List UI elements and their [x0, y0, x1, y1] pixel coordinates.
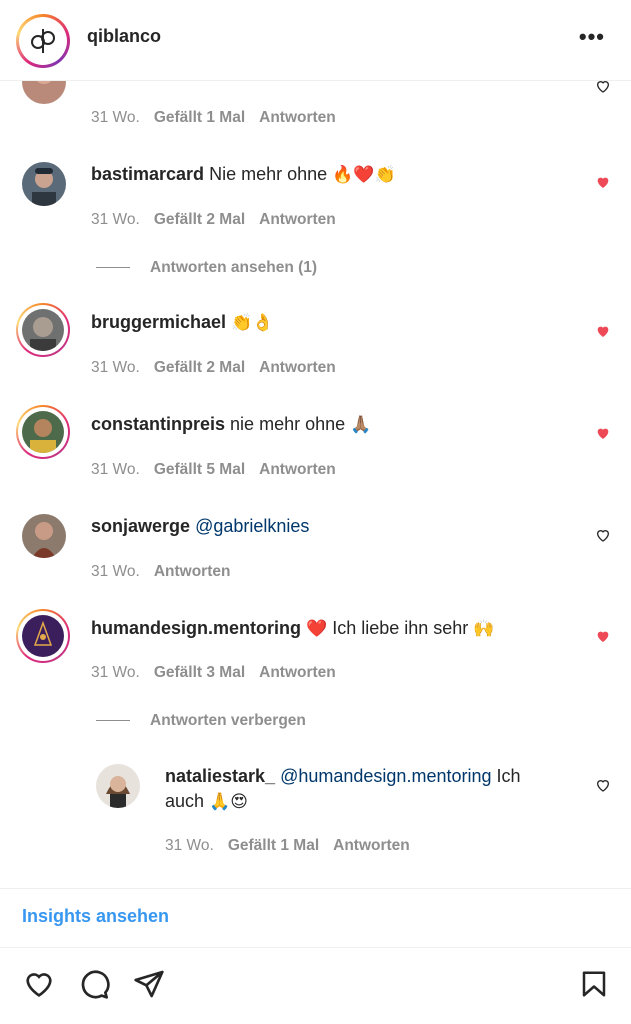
comment-time: 31 Wo. [91, 359, 140, 376]
comment-meta: 31 Wo. Gefällt 2 Mal Antworten [91, 359, 350, 377]
comment-text: bastimarcard Nie mehr ohne 🔥❤️👏 [91, 162, 396, 188]
heart-outline-icon[interactable] [22, 968, 56, 1000]
comment-username[interactable]: humandesign.mentoring [91, 618, 301, 638]
comment-time: 31 Wo. [91, 211, 140, 228]
comment-likes[interactable]: Gefällt 3 Mal [154, 664, 245, 681]
comment-mention[interactable]: @humandesign.mentoring [280, 766, 491, 786]
comment-meta: 31 Wo. Gefällt 1 Mal Antworten [165, 837, 424, 855]
avatar[interactable] [22, 162, 66, 206]
comment-likes[interactable]: Gefällt 1 Mal [228, 837, 319, 854]
reply-button[interactable]: Antworten [259, 461, 336, 478]
comment-username[interactable]: sonjawerge [91, 516, 190, 536]
avatar[interactable] [16, 303, 70, 357]
comment-emoji: 👏👌 [231, 313, 274, 333]
comment-time: 31 Wo. [165, 837, 214, 854]
post-header: qiblanco ••• [0, 0, 631, 81]
avatar[interactable] [96, 764, 140, 808]
more-options-icon[interactable]: ••• [579, 24, 605, 50]
comment-text: sonjawerge @gabrielknies [91, 514, 309, 539]
comment-bubble-icon[interactable] [77, 968, 111, 1000]
hide-replies-button[interactable]: Antworten verbergen [96, 712, 306, 730]
comment-text: nataliestark_ @humandesign.mentoring Ich… [165, 764, 585, 815]
reply-button[interactable]: Antworten [259, 359, 336, 376]
comment-emoji: 🙌 [473, 619, 495, 639]
comment-meta: 31 Wo. Gefällt 5 Mal Antworten [91, 461, 350, 479]
comment-text: constantinpreis nie mehr ohne 🙏🏽 [91, 412, 371, 438]
comment-likes[interactable]: Gefällt 2 Mal [154, 359, 245, 376]
comment-meta: 31 Wo. Gefällt 3 Mal Antworten [91, 664, 350, 682]
insights-link[interactable]: Insights ansehen [22, 906, 169, 927]
comment-body: Ich liebe ihn sehr [332, 618, 469, 638]
liked-heart-icon[interactable] [595, 174, 611, 190]
avatar[interactable] [16, 405, 70, 459]
comment-body-line2: auch [165, 791, 205, 811]
comment-username[interactable]: bruggermichael [91, 312, 226, 332]
comment-mention[interactable]: @gabrielknies [195, 516, 309, 536]
comment-meta: 31 Wo. Gefällt 2 Mal Antworten [91, 211, 350, 229]
like-comment-icon[interactable] [595, 527, 611, 543]
view-replies-button[interactable]: Antworten ansehen (1) [96, 259, 317, 277]
comment-meta: 31 Wo. Antworten [91, 563, 244, 581]
paper-plane-icon[interactable] [132, 968, 166, 1000]
bookmark-icon[interactable] [579, 968, 609, 1000]
reply-button[interactable]: Antworten [333, 837, 410, 854]
comment-body: nie mehr ohne [230, 414, 346, 434]
comment-likes[interactable]: Gefällt 5 Mal [154, 461, 245, 478]
action-bar [0, 948, 631, 1024]
avatar[interactable] [22, 514, 66, 558]
avatar[interactable] [16, 609, 70, 663]
qiblanco-logo-icon [31, 29, 55, 53]
header-username[interactable]: qiblanco [87, 26, 161, 47]
reply-button[interactable]: Antworten [259, 109, 336, 126]
comment-emoji: 🙏🏽 [350, 415, 372, 435]
comment-time: 31 Wo. [91, 461, 140, 478]
reply-button[interactable]: Antworten [259, 664, 336, 681]
comment-time: 31 Wo. [91, 563, 140, 580]
liked-heart-icon[interactable] [595, 323, 611, 339]
reply-button[interactable]: Antworten [154, 563, 231, 580]
comment-text: bruggermichael 👏👌 [91, 310, 273, 336]
comment-text: humandesign.mentoring ❤️ Ich liebe ihn s… [91, 616, 495, 642]
divider [0, 888, 631, 889]
comment-likes[interactable]: Gefällt 2 Mal [154, 211, 245, 228]
comment-time: 31 Wo. [91, 664, 140, 681]
like-comment-icon[interactable] [595, 777, 611, 793]
comment-time: 31 Wo. [91, 109, 140, 126]
comment-meta: 31 Wo. Gefällt 1 Mal Antworten [91, 109, 350, 127]
reply-button[interactable]: Antworten [259, 211, 336, 228]
comment-body: Nie mehr ohne [209, 164, 328, 184]
liked-heart-icon[interactable] [595, 425, 611, 441]
comment-likes[interactable]: Gefällt 1 Mal [154, 109, 245, 126]
comment-username[interactable]: constantinpreis [91, 414, 225, 434]
liked-heart-icon[interactable] [595, 628, 611, 644]
comment-username[interactable]: nataliestark_ [165, 766, 275, 786]
comment-body: Ich [496, 766, 521, 786]
comment-emoji: 🙏😍 [209, 792, 248, 812]
comment-emoji: 🔥❤️👏 [332, 165, 396, 185]
profile-avatar[interactable] [16, 14, 70, 68]
comment-emoji-pre: ❤️ [306, 619, 328, 639]
comment-username[interactable]: bastimarcard [91, 164, 204, 184]
